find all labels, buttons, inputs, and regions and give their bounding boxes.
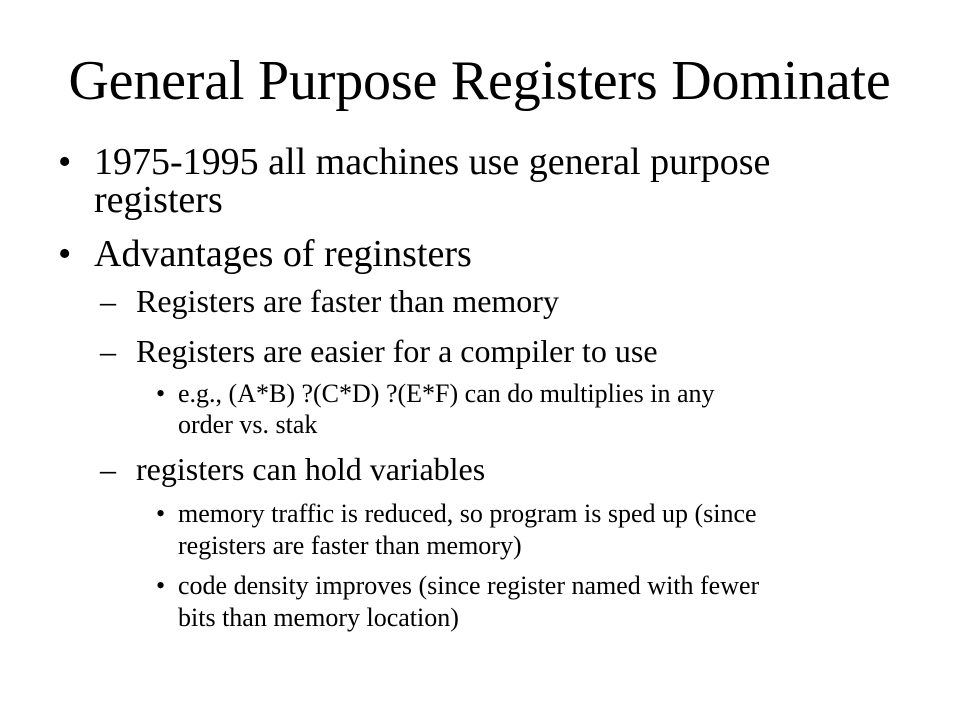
slide: General Purpose Registers Dominate • 197… [0, 0, 959, 719]
sub-sub-item-text-line-1: memory traffic is reduced, so program is… [178, 499, 757, 528]
sub-sub-item-text-line-2: bits than memory location) [178, 603, 459, 632]
bullet-marker: • [156, 379, 166, 408]
dash-marker: – [100, 283, 116, 319]
sub-item-text: registers can hold variables [136, 451, 486, 487]
bullet-marker: • [156, 499, 166, 528]
bullet-marker: • [156, 571, 166, 600]
sub-sub-item-text-line-1: e.g., (A*B) ?(C*D) ?(E*F) can do multipl… [178, 379, 715, 408]
bullet-text-line-2: registers [94, 179, 223, 221]
sub-sub-item-text-line-2: registers are faster than memory) [178, 531, 522, 560]
dash-marker: – [100, 451, 116, 487]
bullet-marker: • [58, 233, 72, 275]
dash-marker: – [100, 333, 116, 369]
bullet-marker: • [58, 141, 72, 183]
bullet-text-line-1: 1975-1995 all machines use general purpo… [94, 141, 771, 183]
sub-sub-item-text-line-1: code density improves (since register na… [178, 571, 760, 600]
bullet-text-line-1: Advantages of reginsters [94, 233, 472, 275]
sub-sub-item-text-line-2: order vs. stak [178, 410, 318, 439]
slide-title: General Purpose Registers Dominate [68, 50, 891, 112]
sub-item-text: Registers are easier for a compiler to u… [136, 333, 658, 369]
sub-item-text: Registers are faster than memory [136, 283, 559, 319]
